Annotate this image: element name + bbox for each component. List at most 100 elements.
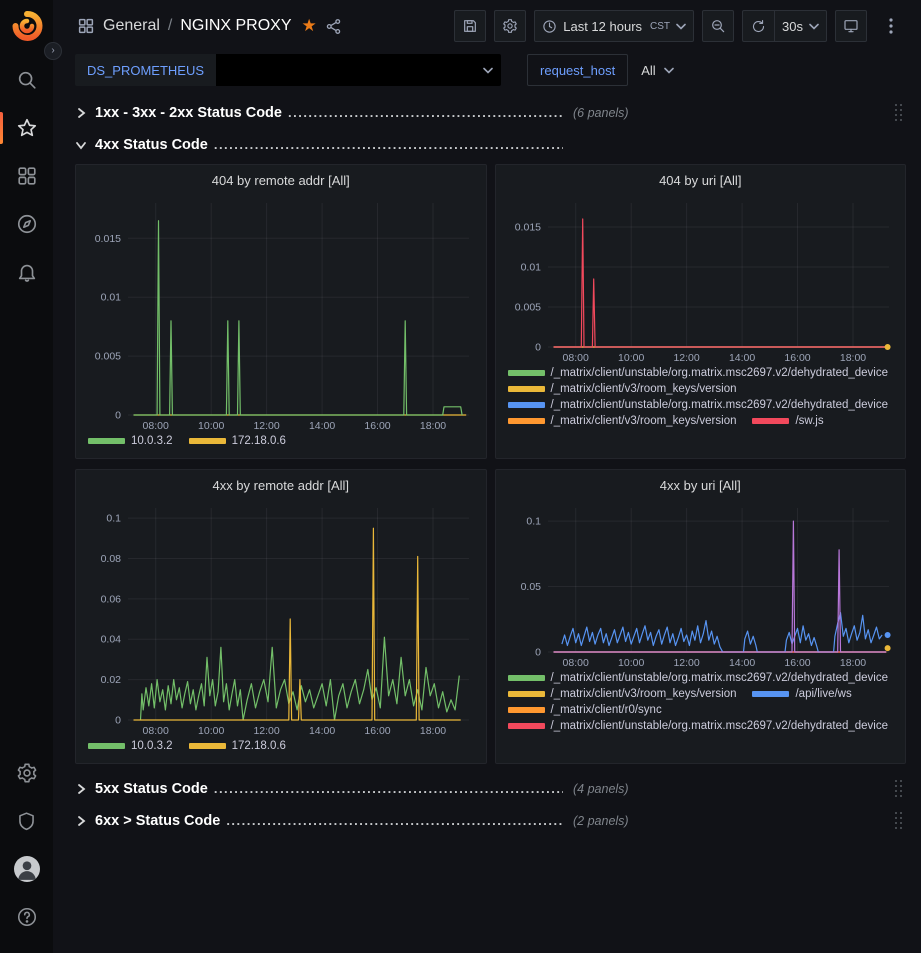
breadcrumb: General / NGINX PROXY	[103, 17, 292, 35]
sidebar-item-help[interactable]	[0, 893, 53, 941]
svg-text:0.005: 0.005	[95, 351, 121, 363]
save-dashboard-button[interactable]	[454, 10, 486, 42]
row-1xx-3xx-2xx[interactable]: 1xx - 3xx - 2xx Status Code ............…	[75, 98, 906, 128]
tv-mode-button[interactable]	[835, 10, 867, 42]
svg-text:10:00: 10:00	[198, 725, 224, 737]
row-drag-handle[interactable]	[895, 780, 906, 799]
panel-title[interactable]: 4xx by uri [All]	[496, 470, 906, 500]
legend-item[interactable]: /_matrix/client/unstable/org.matrix.msc2…	[508, 399, 889, 411]
panel-grid: 404 by remote addr [All] 00.0050.010.015…	[75, 164, 906, 764]
legend-item[interactable]: 10.0.3.2	[88, 435, 173, 447]
dashboard-settings-button[interactable]	[494, 10, 526, 42]
svg-text:16:00: 16:00	[364, 420, 390, 432]
row-6xx[interactable]: 6xx > Status Code ......................…	[75, 806, 906, 836]
sidebar-item-starred[interactable]	[0, 104, 53, 152]
svg-text:14:00: 14:00	[728, 657, 754, 669]
legend-item[interactable]: /sw.js	[752, 415, 823, 427]
legend-series-label: /_matrix/client/v3/room_keys/version	[551, 383, 737, 395]
panel-legend: /_matrix/client/unstable/org.matrix.msc2…	[504, 365, 898, 431]
legend-series-color	[508, 691, 545, 697]
legend-item[interactable]: 10.0.3.2	[88, 740, 173, 752]
svg-text:0.01: 0.01	[520, 262, 541, 274]
panel-title[interactable]: 4xx by remote addr [All]	[76, 470, 486, 500]
share-icon[interactable]	[325, 18, 342, 35]
timeseries-chart[interactable]: 00.050.108:0010:0012:0014:0016:0018:00	[504, 500, 899, 670]
sidebar-item-explore[interactable]	[0, 200, 53, 248]
panel-title[interactable]: 404 by uri [All]	[496, 165, 906, 195]
chevron-right-icon	[75, 815, 91, 827]
breadcrumb-section[interactable]: General	[103, 17, 160, 35]
svg-text:12:00: 12:00	[673, 352, 699, 364]
timeseries-chart[interactable]: 00.0050.010.01508:0010:0012:0014:0016:00…	[84, 195, 479, 433]
user-icon	[14, 856, 40, 882]
more-options-button[interactable]	[875, 10, 907, 42]
legend-series-color	[189, 438, 226, 444]
svg-text:10:00: 10:00	[618, 657, 644, 669]
favorite-star-icon[interactable]: ★	[302, 16, 317, 36]
time-range-picker[interactable]: Last 12 hours CST	[534, 10, 694, 42]
legend-item[interactable]: /_matrix/client/unstable/org.matrix.msc2…	[508, 720, 889, 732]
sidebar-item-search[interactable]	[0, 56, 53, 104]
grafana-logo[interactable]	[11, 10, 43, 42]
timeseries-chart[interactable]: 00.020.040.060.080.108:0010:0012:0014:00…	[84, 500, 479, 738]
sidebar-item-dashboards[interactable]	[0, 152, 53, 200]
legend-item[interactable]: /_matrix/client/r0/sync	[508, 704, 662, 716]
request-host-select[interactable]: All	[630, 54, 684, 86]
refresh-interval-dropdown[interactable]: 30s	[774, 10, 827, 42]
svg-text:0: 0	[115, 410, 121, 422]
legend-item[interactable]: 172.18.0.6	[189, 435, 286, 447]
app-root: ›	[0, 0, 921, 953]
panel-body: 00.0050.010.01508:0010:0012:0014:0016:00…	[76, 195, 486, 458]
row-title: 6xx > Status Code	[95, 813, 220, 829]
row-title: 5xx Status Code	[95, 781, 208, 797]
sidebar-item-configuration[interactable]	[0, 749, 53, 797]
gear-icon	[16, 762, 38, 784]
row-drag-handle[interactable]	[895, 104, 906, 123]
star-icon	[16, 117, 38, 139]
legend-item[interactable]: /_matrix/client/unstable/org.matrix.msc2…	[508, 367, 889, 379]
row-4xx[interactable]: 4xx Status Code ........................…	[75, 130, 906, 160]
svg-text:0.06: 0.06	[101, 593, 122, 605]
zoom-out-button[interactable]	[702, 10, 734, 42]
svg-text:12:00: 12:00	[253, 420, 279, 432]
svg-text:0.1: 0.1	[106, 513, 121, 525]
svg-text:14:00: 14:00	[309, 420, 335, 432]
svg-text:0: 0	[535, 647, 541, 659]
legend-series-color	[508, 402, 545, 408]
chevron-right-icon	[75, 783, 91, 795]
legend-item[interactable]: /_matrix/client/v3/room_keys/version	[508, 688, 737, 700]
svg-text:12:00: 12:00	[253, 725, 279, 737]
svg-text:16:00: 16:00	[364, 725, 390, 737]
panel-legend: 10.0.3.2 172.18.0.6	[84, 738, 478, 756]
legend-item[interactable]: /_matrix/client/v3/room_keys/version	[508, 415, 737, 427]
datasource-select[interactable]	[216, 54, 501, 86]
gear-icon	[502, 18, 518, 34]
panel-body: 00.020.040.060.080.108:0010:0012:0014:00…	[76, 500, 486, 763]
row-drag-handle[interactable]	[895, 812, 906, 831]
svg-text:12:00: 12:00	[673, 657, 699, 669]
legend-item[interactable]: /_matrix/client/unstable/org.matrix.msc2…	[508, 672, 889, 684]
sidebar-item-server-admin[interactable]	[0, 797, 53, 845]
datasource-variable-label[interactable]: DS_PROMETHEUS	[75, 54, 216, 86]
grafana-logo-icon	[11, 10, 43, 42]
legend-series-color	[508, 386, 545, 392]
request-host-variable-label[interactable]: request_host	[527, 54, 628, 86]
legend-series-color	[508, 675, 545, 681]
legend-item[interactable]: /_matrix/client/v3/room_keys/version	[508, 383, 737, 395]
sidebar-item-alerting[interactable]	[0, 248, 53, 296]
panel-title[interactable]: 404 by remote addr [All]	[76, 165, 486, 195]
row-5xx[interactable]: 5xx Status Code ........................…	[75, 774, 906, 804]
variables-bar: DS_PROMETHEUS request_host All	[53, 52, 921, 92]
sidebar-item-profile[interactable]	[0, 845, 53, 893]
panel-body: 00.0050.010.01508:0010:0012:0014:0016:00…	[496, 195, 906, 458]
refresh-button[interactable]	[742, 10, 774, 42]
svg-text:0.05: 0.05	[520, 581, 541, 593]
sidebar-expand-button[interactable]: ›	[44, 42, 62, 60]
legend-item[interactable]: /api/live/ws	[752, 688, 851, 700]
breadcrumb-title[interactable]: NGINX PROXY	[180, 17, 291, 35]
row-title-group: 1xx - 3xx - 2xx Status Code ............…	[95, 105, 563, 121]
timeseries-chart[interactable]: 00.0050.010.01508:0010:0012:0014:0016:00…	[504, 195, 899, 365]
legend-series-label: /_matrix/client/unstable/org.matrix.msc2…	[551, 399, 889, 411]
panel-4xx-by-uri: 4xx by uri [All] 00.050.108:0010:0012:00…	[495, 469, 907, 764]
legend-item[interactable]: 172.18.0.6	[189, 740, 286, 752]
